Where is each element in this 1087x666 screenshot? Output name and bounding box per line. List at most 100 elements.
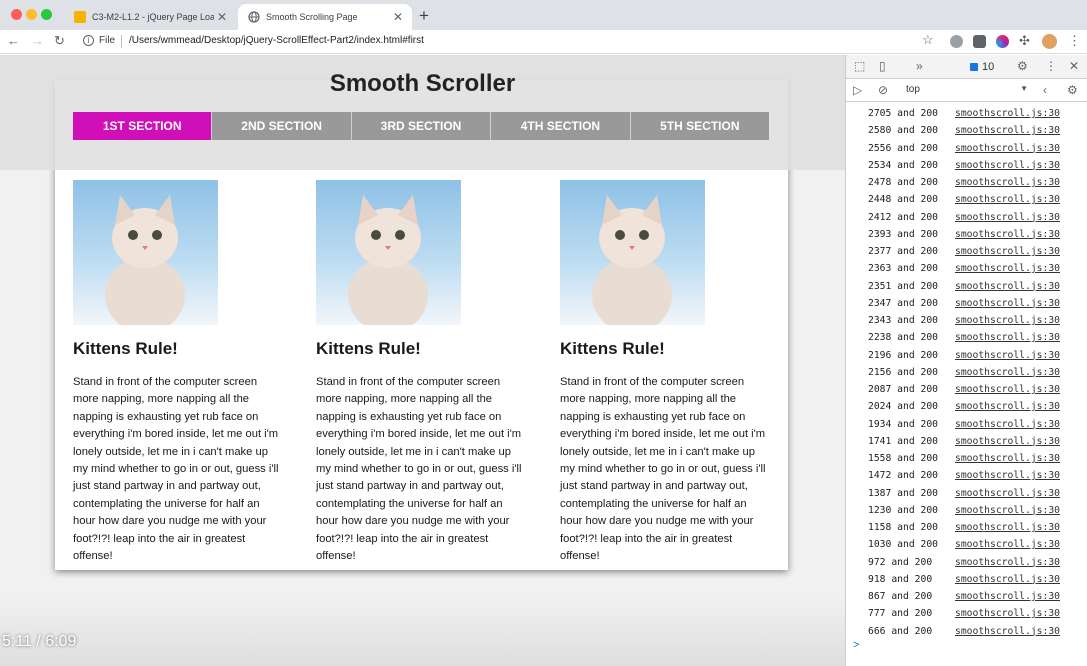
settings-gear-icon[interactable]: ⚙ — [1017, 59, 1028, 73]
console-message: 2363 and 200 — [868, 263, 938, 275]
console-line: 918 and 200 smoothscroll.js:30 — [846, 572, 1087, 589]
console-message: 2393 and 200 — [868, 228, 938, 240]
console-source-link[interactable]: smoothscroll.js:30 — [955, 108, 1060, 119]
devtools-panel: ⬚ ▯ » 10 ⚙ ⋮ ✕ ▷ ⊘ top ▼ ‹ ⚙ 2705 and 20… — [845, 55, 1087, 666]
context-select[interactable]: top ▼ — [906, 84, 1030, 98]
console-source-link[interactable]: smoothscroll.js:30 — [955, 574, 1060, 585]
console-line: 867 and 200 smoothscroll.js:30 — [846, 589, 1087, 606]
inspect-icon[interactable]: ⬚ — [854, 59, 865, 73]
section-nav: 1ST SECTION 2ND SECTION 3RD SECTION 4TH … — [73, 112, 770, 140]
new-tab-button[interactable]: + — [419, 6, 429, 26]
console-line: 2196 and 200 smoothscroll.js:30 — [846, 348, 1087, 365]
chevron-left-icon[interactable]: ‹ — [1043, 83, 1047, 97]
extension-icon[interactable] — [996, 35, 1009, 48]
console-source-link[interactable]: smoothscroll.js:30 — [955, 626, 1060, 637]
kitten-image — [316, 180, 461, 325]
console-source-link[interactable]: smoothscroll.js:30 — [955, 281, 1060, 292]
console-source-link[interactable]: smoothscroll.js:30 — [955, 143, 1060, 154]
console-source-link[interactable]: smoothscroll.js:30 — [955, 505, 1060, 516]
console-source-link[interactable]: smoothscroll.js:30 — [955, 246, 1060, 257]
console-line: 2448 and 200 smoothscroll.js:30 — [846, 192, 1087, 209]
extension-icon[interactable] — [950, 35, 963, 48]
console-message: 2351 and 200 — [868, 280, 938, 292]
console-source-link[interactable]: smoothscroll.js:30 — [955, 332, 1060, 343]
console-message: 1558 and 200 — [868, 453, 938, 464]
console-line: 2024 and 200 smoothscroll.js:30 — [846, 399, 1087, 416]
console-line: 2393 and 200 smoothscroll.js:30 — [846, 227, 1087, 244]
console-source-link[interactable]: smoothscroll.js:30 — [955, 298, 1060, 309]
devtools-tabbar: ⬚ ▯ » 10 ⚙ ⋮ ✕ — [846, 55, 1087, 79]
nav-1st-section[interactable]: 1ST SECTION — [73, 112, 213, 140]
nav-5th-section[interactable]: 5TH SECTION — [630, 112, 770, 140]
console-source-link[interactable]: smoothscroll.js:30 — [955, 557, 1060, 568]
nav-2nd-section[interactable]: 2ND SECTION — [212, 112, 352, 140]
reload-icon[interactable]: ↻ — [54, 33, 65, 49]
console-line: 2363 and 200 smoothscroll.js:30 — [846, 261, 1087, 278]
console-source-link[interactable]: smoothscroll.js:30 — [955, 539, 1060, 550]
console-source-link[interactable]: smoothscroll.js:30 — [955, 591, 1060, 602]
sidebar-toggle-icon[interactable]: ▷ — [853, 83, 862, 97]
menu-icon[interactable]: ⋮ — [1068, 33, 1081, 49]
address-bar[interactable]: /Users/wmmead/Desktop/jQuery-ScrollEffec… — [129, 35, 424, 46]
console-source-link[interactable]: smoothscroll.js:30 — [955, 522, 1060, 533]
info-icon[interactable]: i — [83, 35, 94, 46]
console-source-link[interactable]: smoothscroll.js:30 — [955, 194, 1060, 205]
forward-icon[interactable]: → — [31, 33, 44, 48]
device-toggle-icon[interactable]: ▯ — [879, 59, 886, 73]
console-message: 2478 and 200 — [868, 177, 938, 188]
console-source-link[interactable]: smoothscroll.js:30 — [955, 384, 1060, 395]
tab-smooth-scrolling[interactable]: Smooth Scrolling Page ✕ — [238, 4, 412, 30]
clear-console-icon[interactable]: ⊘ — [878, 83, 888, 97]
console-line: 1472 and 200 smoothscroll.js:30 — [846, 468, 1087, 485]
console-line: 2534 and 200 smoothscroll.js:30 — [846, 158, 1087, 175]
console-line: 1030 and 200 smoothscroll.js:30 — [846, 537, 1087, 554]
back-icon[interactable]: ← — [7, 33, 20, 48]
close-window-button[interactable] — [11, 9, 22, 20]
console-message: 777 and 200 — [868, 608, 933, 620]
console-source-link[interactable]: smoothscroll.js:30 — [955, 229, 1060, 240]
console-line: 972 and 200 smoothscroll.js:30 — [846, 555, 1087, 572]
tab-slides[interactable]: C3-M2-L1.2 - jQuery Page Loa ✕ — [64, 4, 236, 30]
console-source-link[interactable]: smoothscroll.js:30 — [955, 160, 1060, 171]
console-source-link[interactable]: smoothscroll.js:30 — [955, 401, 1060, 412]
console-toolbar: ▷ ⊘ top ▼ ‹ ⚙ — [846, 80, 1087, 102]
maximize-window-button[interactable] — [41, 9, 52, 20]
extension-icon[interactable] — [973, 35, 986, 48]
message-count-badge[interactable]: 10 — [966, 59, 998, 74]
console-prompt[interactable]: > — [853, 639, 859, 651]
console-source-link[interactable]: smoothscroll.js:30 — [955, 350, 1060, 361]
console-source-link[interactable]: smoothscroll.js:30 — [955, 419, 1060, 430]
console-source-link[interactable]: smoothscroll.js:30 — [955, 315, 1060, 326]
console-line: 1934 and 200 smoothscroll.js:30 — [846, 417, 1087, 434]
avatar[interactable] — [1042, 34, 1057, 49]
console-source-link[interactable]: smoothscroll.js:30 — [955, 488, 1060, 499]
console-source-link[interactable]: smoothscroll.js:30 — [955, 608, 1060, 619]
console-source-link[interactable]: smoothscroll.js:30 — [955, 453, 1060, 464]
kebab-menu-icon[interactable]: ⋮ — [1045, 59, 1057, 73]
console-message: 1230 and 200 — [868, 504, 938, 516]
bookmark-star-icon[interactable]: ☆ — [922, 32, 934, 48]
console-source-link[interactable]: smoothscroll.js:30 — [955, 263, 1060, 274]
minimize-window-button[interactable] — [26, 9, 37, 20]
console-source-link[interactable]: smoothscroll.js:30 — [955, 212, 1060, 223]
close-tab-icon[interactable]: ✕ — [390, 10, 406, 24]
console-source-link[interactable]: smoothscroll.js:30 — [955, 436, 1060, 447]
console-line: 1230 and 200 smoothscroll.js:30 — [846, 503, 1087, 520]
console-source-link[interactable]: smoothscroll.js:30 — [955, 367, 1060, 378]
nav-4th-section[interactable]: 4TH SECTION — [491, 112, 631, 140]
puzzle-icon[interactable]: ✣ — [1019, 33, 1030, 49]
console-line: 2087 and 200 smoothscroll.js:30 — [846, 382, 1087, 399]
console-source-link[interactable]: smoothscroll.js:30 — [955, 125, 1060, 136]
close-tab-icon[interactable]: ✕ — [214, 10, 230, 24]
nav-3rd-section[interactable]: 3RD SECTION — [351, 112, 492, 140]
video-timestamp: 5:11 / 6:09 — [2, 633, 77, 650]
console-line: 666 and 200 smoothscroll.js:30 — [846, 624, 1087, 641]
console-message: 1158 and 200 — [868, 522, 938, 533]
console-message: 1472 and 200 — [868, 470, 938, 482]
console-message: 2196 and 200 — [868, 349, 938, 361]
more-tabs-icon[interactable]: » — [916, 59, 923, 73]
console-settings-icon[interactable]: ⚙ — [1067, 83, 1078, 97]
console-source-link[interactable]: smoothscroll.js:30 — [955, 177, 1060, 188]
close-devtools-icon[interactable]: ✕ — [1069, 59, 1079, 73]
console-source-link[interactable]: smoothscroll.js:30 — [955, 470, 1060, 481]
